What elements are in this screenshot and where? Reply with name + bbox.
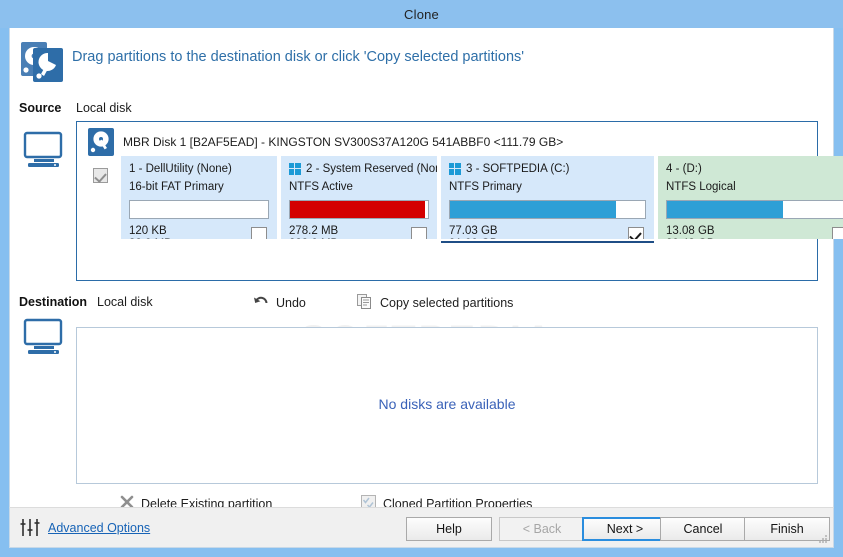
partition-usage-fill	[450, 201, 616, 218]
partition-total-size: 32.0 MB	[129, 238, 269, 239]
windows-logo-icon	[289, 163, 301, 175]
partition-total-size: 91.00 GB	[449, 238, 646, 239]
source-disk-panel: MBR Disk 1 [B2AF5EAD] - KINGSTON SV300S3…	[76, 121, 843, 281]
partition-usage-fill	[667, 201, 784, 218]
back-button[interactable]: < Back	[499, 517, 585, 541]
partition-footer: 13.08 GB 20.48 GB	[666, 225, 843, 239]
banner-instruction: Drag partitions to the destination disk …	[72, 49, 525, 65]
partition-select-checkbox[interactable]	[832, 227, 843, 239]
destination-label: Destination	[19, 295, 88, 309]
partition-usage-bar	[449, 200, 646, 219]
next-button[interactable]: Next >	[582, 517, 668, 541]
partition-footer: 120 KB 32.0 MB	[129, 225, 269, 239]
partition-item[interactable]: 4 - (D:) NTFS Logical 13.08 GB 20.48 GB	[658, 156, 843, 239]
partition-total-size: 283.0 MB	[289, 238, 429, 239]
title-bar: Clone	[0, 0, 843, 28]
partition-title-row: 4 - (D:)	[666, 162, 843, 176]
partition-footer: 77.03 GB 91.00 GB	[449, 225, 646, 239]
source-disk-checkbox-box[interactable]	[93, 168, 108, 183]
partition-used-size: 13.08 GB	[666, 225, 715, 237]
hard-disk-icon	[88, 128, 114, 156]
resize-grip-icon[interactable]	[816, 531, 828, 543]
copy-label: Copy selected partitions	[380, 296, 514, 310]
client-area: Drag partitions to the destination disk …	[9, 28, 843, 548]
partition-usage-bar	[289, 200, 429, 219]
destination-sublabel: Local disk	[97, 295, 153, 309]
partition-used-size: 77.03 GB	[449, 225, 498, 237]
partition-filesystem: NTFS Primary	[449, 181, 522, 193]
partition-item[interactable]: 2 - System Reserved (Non NTFS Active 278…	[281, 156, 437, 239]
partition-total-size: 20.48 GB	[666, 238, 843, 239]
source-disk-header: MBR Disk 1 [B2AF5EAD] - KINGSTON SV300S3…	[88, 128, 563, 156]
partition-used-size: 278.2 MB	[289, 225, 339, 237]
partition-item[interactable]: 3 - SOFTPEDIA (C:) NTFS Primary 77.03 GB…	[441, 156, 654, 239]
partition-label: 1 - DellUtility (None)	[129, 163, 232, 175]
partition-title-row: 1 - DellUtility (None)	[129, 162, 269, 176]
partition-select-checkbox[interactable]	[251, 227, 267, 239]
partition-footer: 278.2 MB 283.0 MB	[289, 225, 429, 239]
undo-button[interactable]: Undo	[253, 294, 306, 311]
partition-select-checkbox[interactable]	[411, 227, 427, 239]
partition-title-row: 2 - System Reserved (Non	[289, 162, 437, 176]
partition-sizes: 278.2 MB 283.0 MB	[289, 225, 429, 239]
partition-label: 2 - System Reserved (Non	[306, 163, 437, 175]
copy-selected-partitions-button[interactable]: Copy selected partitions	[357, 294, 513, 312]
partition-usage-fill	[290, 201, 426, 218]
sliders-icon	[20, 518, 42, 538]
partition-list: 1 - DellUtility (None) 16-bit FAT Primar…	[121, 156, 843, 246]
undo-arrow-icon	[253, 294, 269, 311]
partition-select-checkbox[interactable]	[628, 227, 644, 239]
clone-wizard-window: Clone Drag partitions to the destination…	[0, 0, 843, 557]
partition-used-size: 120 KB	[129, 225, 167, 237]
help-button[interactable]: Help	[406, 517, 492, 541]
partition-title-row: 3 - SOFTPEDIA (C:)	[449, 162, 646, 176]
source-computer-icon	[22, 131, 64, 171]
source-disk-title: MBR Disk 1 [B2AF5EAD] - KINGSTON SV300S3…	[123, 135, 564, 149]
window-title: Clone	[404, 6, 439, 22]
undo-label: Undo	[276, 295, 306, 310]
partition-filesystem: NTFS Active	[289, 181, 353, 193]
partition-label: 4 - (D:)	[666, 163, 702, 175]
destination-disk-panel[interactable]: No disks are available	[76, 327, 818, 484]
header-banner: Drag partitions to the destination disk …	[10, 28, 833, 85]
partition-filesystem: NTFS Logical	[666, 181, 736, 193]
copy-pages-icon	[357, 294, 373, 312]
partition-filesystem: 16-bit FAT Primary	[129, 181, 224, 193]
footer-bar: Advanced Options Help < Back Next > Canc…	[9, 507, 834, 548]
partition-selection-underline	[441, 241, 654, 243]
partition-sizes: 13.08 GB 20.48 GB	[666, 225, 843, 239]
windows-logo-icon	[449, 163, 461, 175]
partition-sizes: 120 KB 32.0 MB	[129, 225, 269, 239]
advanced-options-link[interactable]: Advanced Options	[48, 521, 150, 535]
partition-usage-bar	[129, 200, 269, 219]
source-label: Source	[19, 101, 62, 115]
cancel-button[interactable]: Cancel	[660, 517, 746, 541]
partition-usage-bar	[666, 200, 843, 219]
partition-sizes: 77.03 GB 91.00 GB	[449, 225, 646, 239]
clone-disks-icon	[19, 40, 65, 84]
destination-empty-message: No disks are available	[378, 396, 516, 412]
source-sublabel: Local disk	[76, 101, 132, 115]
partition-item[interactable]: 1 - DellUtility (None) 16-bit FAT Primar…	[121, 156, 277, 239]
partition-label: 3 - SOFTPEDIA (C:)	[466, 163, 570, 175]
source-disk-checkbox[interactable]	[93, 168, 108, 188]
destination-computer-icon	[22, 318, 64, 358]
